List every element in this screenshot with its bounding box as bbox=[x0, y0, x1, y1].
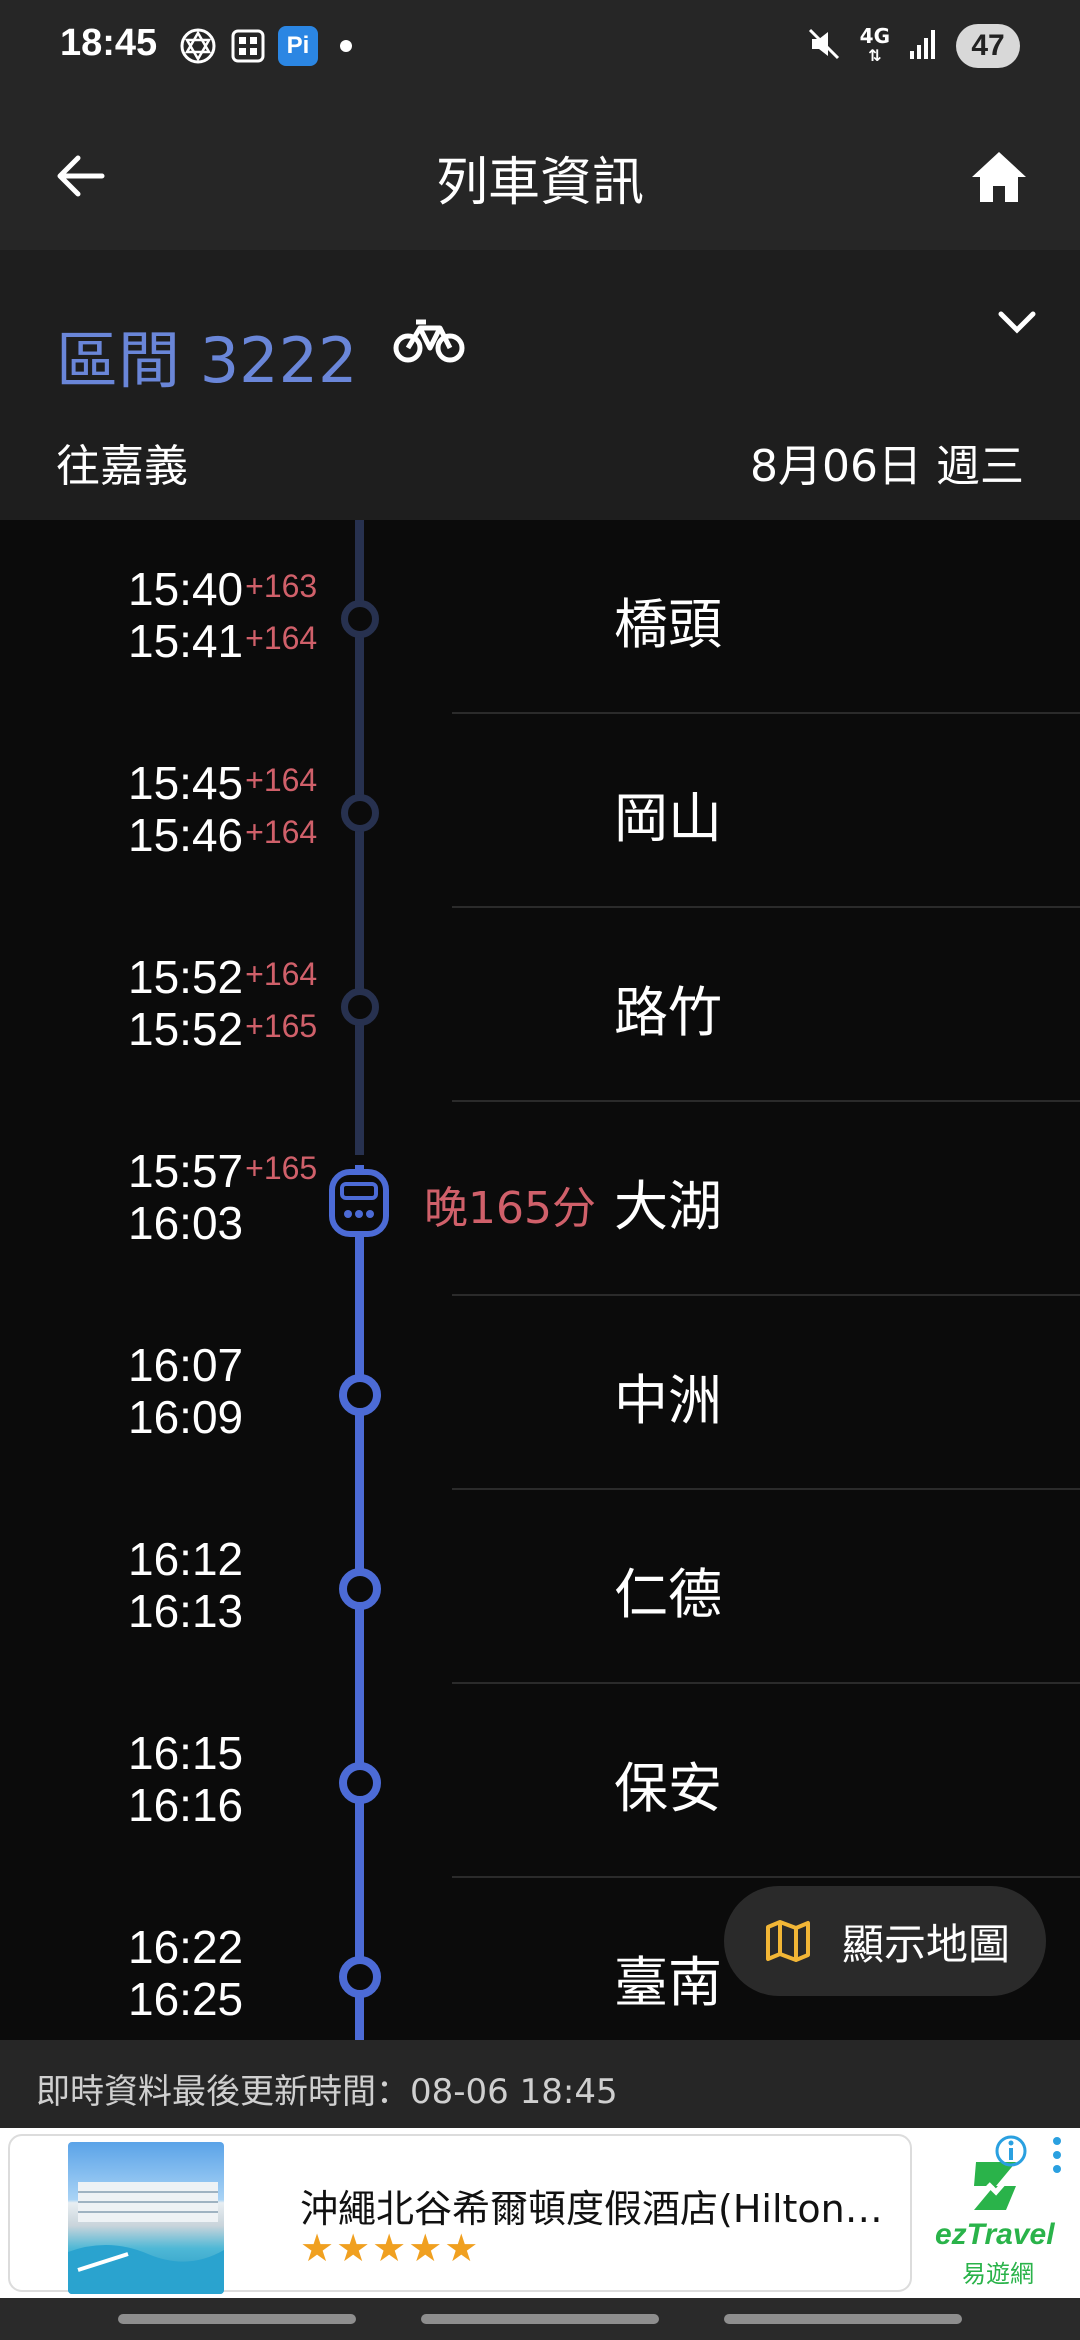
notification-dot-icon bbox=[340, 40, 352, 52]
stop-row[interactable]: 16:15 16:16 保安 bbox=[0, 1684, 1080, 1878]
stop-node bbox=[341, 600, 379, 638]
stop-node bbox=[341, 988, 379, 1026]
chevron-down-icon bbox=[998, 311, 1036, 334]
ad-info-icon[interactable] bbox=[994, 2134, 1028, 2168]
train-position-icon bbox=[328, 1168, 390, 1238]
stop-times: 16:15 16:16 bbox=[128, 1726, 245, 1831]
stop-times: 16:07 16:09 bbox=[128, 1338, 245, 1443]
stop-node bbox=[339, 1374, 381, 1416]
arrival-time: 15:45 bbox=[128, 757, 244, 809]
departure-delay: +164 bbox=[245, 814, 318, 850]
battery-icon: 47 bbox=[956, 24, 1020, 68]
more-options-icon[interactable] bbox=[1048, 2136, 1066, 2174]
stop-node bbox=[339, 1568, 381, 1610]
bicycle-icon bbox=[392, 316, 466, 370]
train-direction: 往嘉義 bbox=[56, 441, 188, 492]
departure-time: 15:41 bbox=[128, 615, 244, 667]
station-name: 橋頭 bbox=[614, 593, 722, 656]
arrival-time: 15:40 bbox=[128, 563, 244, 615]
station-name: 路竹 bbox=[614, 981, 722, 1044]
stop-times: 16:12 16:13 bbox=[128, 1532, 245, 1637]
ad-banner[interactable]: 沖繩北谷希爾頓度假酒店(Hilton… ★★★★★ ezTravel 易遊網 bbox=[0, 2128, 1080, 2298]
departure-delay: +165 bbox=[245, 1008, 318, 1044]
arrival-delay: +165 bbox=[245, 1150, 318, 1186]
show-map-button[interactable]: 顯示地圖 bbox=[724, 1886, 1046, 1996]
ad-hotel-image[interactable] bbox=[68, 2142, 224, 2294]
departure-time: 15:46 bbox=[128, 809, 244, 861]
stop-row-current[interactable]: 15:57 +165 16:03 晚165分 大湖 bbox=[0, 1102, 1080, 1296]
departure-delay: +164 bbox=[245, 620, 318, 656]
arrival-time: 16:07 bbox=[128, 1339, 244, 1391]
station-name: 大湖 bbox=[614, 1175, 722, 1238]
stop-times: 15:45 +164 15:46 +164 bbox=[128, 756, 318, 861]
station-name: 仁德 bbox=[614, 1563, 722, 1626]
departure-time: 16:13 bbox=[128, 1585, 244, 1637]
stop-row[interactable]: 15:52 +164 15:52 +165 路竹 bbox=[0, 908, 1080, 1102]
ad-rating-stars: ★★★★★ bbox=[300, 2226, 481, 2270]
map-icon bbox=[766, 1920, 810, 1962]
lottery-app-icon bbox=[228, 26, 268, 66]
arrival-time: 15:52 bbox=[128, 951, 244, 1003]
stop-row[interactable]: 16:07 16:09 中洲 bbox=[0, 1296, 1080, 1490]
home-button[interactable] bbox=[954, 132, 1044, 222]
departure-time: 16:16 bbox=[128, 1779, 244, 1831]
arrival-time: 16:15 bbox=[128, 1727, 244, 1779]
stop-times: 15:57 +165 16:03 bbox=[128, 1144, 318, 1249]
station-name: 岡山 bbox=[614, 787, 722, 850]
stop-node bbox=[341, 794, 379, 832]
train-info-header: 區間 3222 往嘉義 8月06日 週三 bbox=[0, 250, 1080, 520]
show-map-label: 顯示地圖 bbox=[842, 1919, 1011, 1969]
station-name: 臺南 bbox=[614, 1951, 722, 2014]
status-bar: 18:45 Pi 4G ⇅ 47 bbox=[0, 0, 1080, 96]
status-time: 18:45 bbox=[60, 22, 158, 64]
stop-times: 15:40 +163 15:41 +164 bbox=[128, 562, 318, 667]
star-of-david-icon bbox=[178, 26, 218, 66]
travel-date: 8月06日 週三 bbox=[750, 441, 1024, 492]
ad-card[interactable]: 沖繩北谷希爾頓度假酒店(Hilton… ★★★★★ bbox=[8, 2134, 912, 2294]
page-title: 列車資訊 bbox=[435, 153, 644, 213]
ad-brand-name: ezTravel bbox=[935, 2218, 1055, 2251]
stop-timeline: 15:40 +163 15:41 +164 橋頭 15:45 +164 15:46 +1… bbox=[0, 520, 1080, 2040]
system-nav-bar bbox=[0, 2298, 1080, 2340]
network-icon: 4G ⇅ bbox=[859, 24, 890, 65]
app-bar: 列車資訊 bbox=[0, 96, 1080, 250]
departure-time: 16:03 bbox=[128, 1197, 244, 1249]
stop-times: 16:22 16:25 bbox=[128, 1920, 245, 2025]
station-name: 中洲 bbox=[614, 1369, 722, 1432]
status-notification-icons: Pi bbox=[178, 26, 352, 66]
station-name: 保安 bbox=[614, 1757, 722, 1820]
train-name: 區間 3222 bbox=[56, 324, 358, 397]
departure-time: 16:09 bbox=[128, 1391, 244, 1443]
stop-row[interactable]: 15:40 +163 15:41 +164 橋頭 bbox=[0, 520, 1080, 714]
signal-icon bbox=[908, 27, 938, 65]
network-type: 4G bbox=[859, 24, 890, 48]
stop-node bbox=[339, 1956, 381, 1998]
nav-home-handle[interactable] bbox=[421, 2314, 659, 2324]
home-icon bbox=[972, 152, 1026, 202]
ad-title: 沖繩北谷希爾頓度假酒店(Hilton… bbox=[300, 2187, 883, 2231]
ad-brand-subtitle: 易遊網 bbox=[962, 2260, 1034, 2288]
last-update-text: 即時資料最後更新時間：08-06 18:45 bbox=[36, 2072, 618, 2112]
arrival-delay: +164 bbox=[245, 762, 318, 798]
collapse-button[interactable] bbox=[984, 290, 1050, 356]
nav-back-handle[interactable] bbox=[724, 2314, 962, 2324]
nav-recents-handle[interactable] bbox=[118, 2314, 356, 2324]
arrival-time: 16:12 bbox=[128, 1533, 244, 1585]
arrival-time: 15:57 bbox=[128, 1145, 244, 1197]
stop-row[interactable]: 16:12 16:13 仁德 bbox=[0, 1490, 1080, 1684]
mute-icon bbox=[806, 26, 842, 66]
status-system-icons: 4G ⇅ 47 bbox=[806, 24, 1020, 68]
departure-time: 16:25 bbox=[128, 1973, 244, 2025]
pi-app-icon: Pi bbox=[278, 26, 318, 66]
arrival-delay: +163 bbox=[245, 568, 318, 604]
departure-time: 15:52 bbox=[128, 1003, 244, 1055]
update-info-bar: 即時資料最後更新時間：08-06 18:45 bbox=[0, 2040, 1080, 2128]
stop-node bbox=[339, 1762, 381, 1804]
stop-row[interactable]: 15:45 +164 15:46 +164 岡山 bbox=[0, 714, 1080, 908]
arrival-delay: +164 bbox=[245, 956, 318, 992]
arrival-time: 16:22 bbox=[128, 1921, 244, 1973]
delay-label: 晚165分 bbox=[424, 1183, 596, 1234]
stop-times: 15:52 +164 15:52 +165 bbox=[128, 950, 318, 1055]
